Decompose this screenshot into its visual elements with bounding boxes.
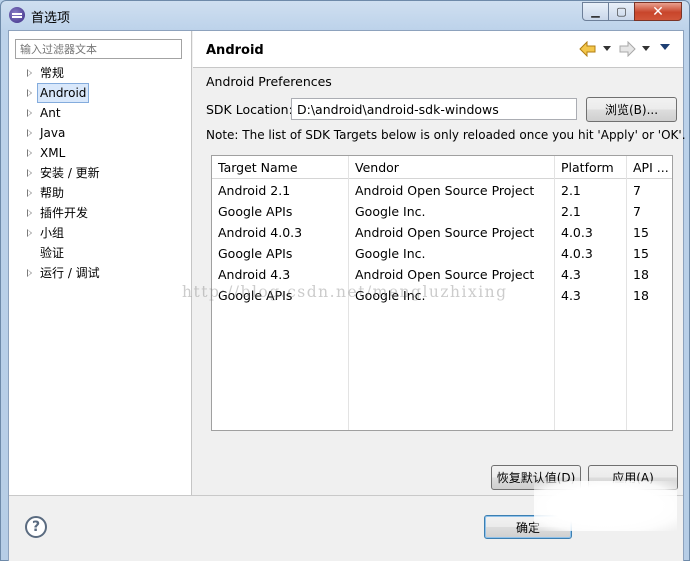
page-header: Android: [193, 31, 683, 68]
maximize-button[interactable]: ▢: [608, 2, 635, 21]
table-cell: Google Inc.: [355, 204, 426, 219]
expand-arrow-icon[interactable]: [27, 189, 32, 197]
column-header[interactable]: API ...: [627, 156, 672, 179]
table-cell: 4.3: [561, 267, 581, 282]
window-title: 首选项: [31, 11, 71, 26]
preferences-window: 首选项 ▁ ▢ ✕ 常规 Android Ant Java XML 安装 / 更新帮助插件…: [0, 0, 690, 561]
table-cell: Android 4.0.3: [218, 225, 303, 240]
expand-arrow-icon[interactable]: [27, 269, 32, 277]
table-cell: Android Open Source Project: [355, 267, 535, 282]
tree-item-label: Android: [37, 83, 90, 103]
forward-arrow-icon[interactable]: [618, 41, 636, 57]
tree-item-label: 常规: [40, 66, 65, 80]
column-header[interactable]: Vendor: [349, 156, 555, 179]
table-cell: 18: [633, 288, 649, 303]
table-row[interactable]: Google APIs Google Inc. 4.3 18: [212, 285, 672, 306]
column-header[interactable]: Platform: [555, 156, 627, 179]
sdk-targets-table[interactable]: Target Name Vendor Platform API ... Android…: [211, 155, 673, 431]
table-cell: 2.1: [561, 204, 581, 219]
preferences-tree-pane: 常规 Android Ant Java XML 安装 / 更新帮助插件开发小组验证运行 /…: [9, 31, 192, 495]
column-header[interactable]: Target Name: [212, 156, 349, 179]
tree-item[interactable]: XML: [9, 143, 192, 163]
table-row[interactable]: Google APIs Google Inc. 2.1 7: [212, 201, 672, 222]
back-history-dropdown-icon[interactable]: [603, 46, 611, 51]
tree-item-label: 运行 / 调试: [40, 266, 100, 280]
tree-item[interactable]: 安装 / 更新: [9, 163, 192, 183]
expand-arrow-icon[interactable]: [27, 109, 32, 117]
expand-arrow-icon[interactable]: [27, 89, 32, 97]
help-icon[interactable]: ?: [25, 516, 47, 538]
tree-item-label: 帮助: [40, 186, 65, 200]
title-bar[interactable]: 首选项 ▁ ▢ ✕: [1, 1, 689, 29]
page-title: Android: [206, 43, 264, 58]
filter-input[interactable]: [15, 39, 182, 59]
obscured-region: [534, 481, 677, 531]
table-cell: 7: [633, 183, 641, 198]
eclipse-icon: [9, 7, 25, 23]
table-row[interactable]: Android 2.1 Android Open Source Project 2.…: [212, 180, 672, 201]
expand-arrow-icon[interactable]: [27, 229, 32, 237]
table-cell: 15: [633, 225, 649, 240]
table-cell: Google APIs: [218, 288, 293, 303]
table-cell: 4.0.3: [561, 246, 593, 261]
tree-item-label: 插件开发: [40, 206, 89, 220]
table-cell: 15: [633, 246, 649, 261]
tree-item[interactable]: 帮助: [9, 183, 192, 203]
tree-item[interactable]: 小组: [9, 223, 192, 243]
browse-button[interactable]: 浏览(B)...: [586, 97, 677, 122]
expand-arrow-icon[interactable]: [27, 209, 32, 217]
tree-item-label: 小组: [40, 226, 65, 240]
table-cell: 4.3: [561, 288, 581, 303]
table-row[interactable]: Google APIs Google Inc. 4.0.3 15: [212, 243, 672, 264]
table-cell: Google APIs: [218, 204, 293, 219]
tree-item[interactable]: 运行 / 调试: [9, 263, 192, 283]
tree-item-label: Java: [40, 126, 66, 140]
sdk-location-field[interactable]: D:\android\android-sdk-windows: [291, 98, 577, 120]
table-row[interactable]: Android 4.0.3 Android Open Source Project…: [212, 222, 672, 243]
tree-item-label: 安装 / 更新: [40, 166, 100, 180]
tree-item[interactable]: 插件开发: [9, 203, 192, 223]
tree-item-label: XML: [40, 146, 66, 160]
table-cell: Google Inc.: [355, 288, 426, 303]
table-cell: 4.0.3: [561, 225, 593, 240]
tree-item[interactable]: Android: [9, 83, 192, 103]
sdk-location-label: SDK Location:: [206, 102, 293, 117]
preferences-tree: 常规 Android Ant Java XML 安装 / 更新 帮助插件开发小组验证运行 /…: [9, 63, 192, 283]
close-button[interactable]: ✕: [634, 2, 682, 21]
minimize-button[interactable]: ▁: [582, 2, 609, 21]
preferences-heading: Android Preferences: [206, 74, 332, 89]
tree-item[interactable]: Ant: [9, 103, 192, 123]
android-preference-page: Android Android Preferences SDK Location…: [182, 31, 686, 495]
expand-arrow-icon[interactable]: [27, 169, 32, 177]
tree-item[interactable]: 常规: [9, 63, 192, 83]
expand-arrow-icon[interactable]: [27, 69, 32, 77]
tree-item-label: 验证: [40, 246, 65, 260]
view-menu-icon[interactable]: [660, 44, 670, 50]
tree-item[interactable]: 验证: [9, 243, 192, 263]
table-cell: Android 2.1: [218, 183, 291, 198]
back-arrow-icon[interactable]: [579, 41, 597, 57]
forward-history-dropdown-icon[interactable]: [642, 46, 650, 51]
table-cell: 2.1: [561, 183, 581, 198]
table-cell: Google Inc.: [355, 246, 426, 261]
tree-item[interactable]: Java: [9, 123, 192, 143]
sdk-targets-note: Note: The list of SDK Targets below is o…: [206, 128, 686, 142]
table-header: Target Name Vendor Platform API ...: [212, 156, 672, 179]
table-cell: 7: [633, 204, 641, 219]
table-cell: Google APIs: [218, 246, 293, 261]
expand-arrow-icon[interactable]: [27, 129, 32, 137]
table-cell: 18: [633, 267, 649, 282]
table-cell: Android Open Source Project: [355, 225, 535, 240]
table-row[interactable]: Android 4.3 Android Open Source Project 4.…: [212, 264, 672, 285]
tree-item-label: Ant: [40, 106, 61, 120]
table-cell: Android 4.3: [218, 267, 291, 282]
table-cell: Android Open Source Project: [355, 183, 535, 198]
expand-arrow-icon[interactable]: [27, 149, 32, 157]
